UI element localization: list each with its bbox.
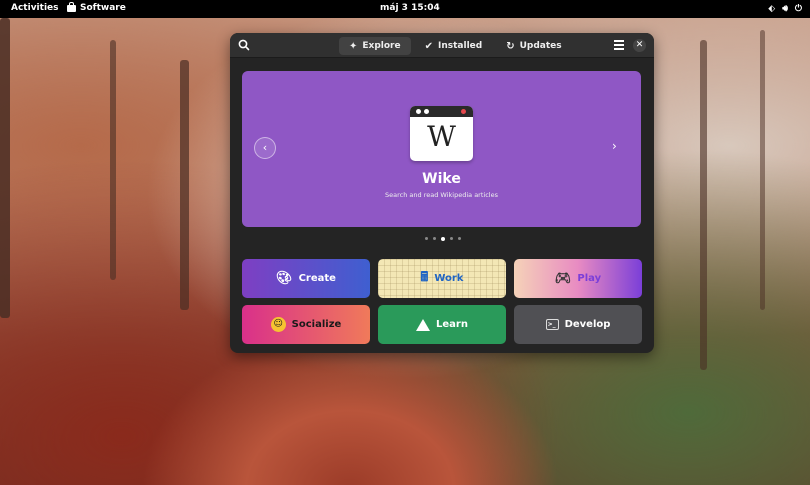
- wikipedia-icon: W: [410, 106, 473, 161]
- carousel-next-button[interactable]: ›: [612, 139, 617, 153]
- clock[interactable]: máj 3 15:04: [380, 3, 440, 13]
- terminal-icon: >_: [545, 319, 559, 330]
- carousel-dot[interactable]: [458, 237, 461, 240]
- carousel-dot[interactable]: [433, 237, 436, 240]
- carousel-previous-button[interactable]: ‹: [254, 137, 276, 159]
- search-icon[interactable]: [237, 38, 251, 52]
- category-learn[interactable]: Learn: [378, 305, 506, 344]
- gamepad-icon: 🎮︎: [554, 271, 572, 286]
- sail-icon: [416, 318, 431, 331]
- category-label: Work: [434, 273, 464, 284]
- wallpaper-path: [140, 330, 560, 485]
- featured-banner[interactable]: W Wike Search and read Wikipedia article…: [242, 71, 641, 227]
- activities-button[interactable]: Activities: [11, 3, 59, 13]
- wallpaper-tree: [180, 60, 189, 310]
- wallpaper-tree: [110, 40, 116, 280]
- header-bar: ✦ Explore ✔ Installed ↻ Updates ✕: [230, 33, 654, 58]
- volume-icon: 🔊︎: [782, 4, 788, 14]
- check-circle-icon: ✔: [424, 40, 433, 52]
- category-develop[interactable]: >_ Develop: [514, 305, 642, 344]
- tab-label: Installed: [438, 41, 483, 51]
- app-menu-label: Software: [80, 3, 126, 13]
- wallpaper-tree: [700, 40, 707, 370]
- carousel-dot[interactable]: [425, 237, 428, 240]
- category-label: Learn: [436, 319, 468, 330]
- software-window: ✦ Explore ✔ Installed ↻ Updates ✕ W Wike…: [230, 33, 654, 353]
- carousel-indicator: [425, 236, 461, 241]
- menu-icon[interactable]: [614, 40, 624, 50]
- featured-app-name: Wike: [422, 171, 461, 187]
- carousel-dot-active[interactable]: [441, 236, 445, 241]
- tab-updates[interactable]: ↻ Updates: [496, 37, 571, 55]
- app-menu[interactable]: Software: [67, 1, 126, 13]
- wallpaper-tree: [0, 18, 10, 318]
- category-label: Develop: [564, 319, 611, 330]
- software-icon: [67, 1, 76, 12]
- smiley-icon: ☺: [270, 317, 286, 332]
- network-icon: ⬖: [768, 4, 776, 14]
- tab-label: Explore: [362, 41, 401, 51]
- category-socialize[interactable]: ☺ Socialize: [242, 305, 370, 344]
- top-bar: Activities Software máj 3 15:04 ⬖ 🔊︎ ⏻: [0, 0, 810, 18]
- wallpaper-tree: [760, 30, 765, 310]
- system-tray[interactable]: ⬖ 🔊︎ ⏻: [768, 3, 802, 15]
- category-label: Play: [577, 273, 602, 284]
- carousel-dot[interactable]: [450, 237, 453, 240]
- close-button[interactable]: ✕: [633, 39, 646, 52]
- palette-icon: 🎨︎: [276, 271, 293, 286]
- category-create[interactable]: 🎨︎ Create: [242, 259, 370, 298]
- category-label: Create: [298, 273, 336, 284]
- category-label: Socialize: [291, 319, 342, 330]
- tab-explore[interactable]: ✦ Explore: [339, 37, 411, 55]
- category-work[interactable]: 🖩︎ Work: [378, 259, 506, 298]
- tab-installed[interactable]: ✔ Installed: [415, 37, 493, 55]
- refresh-icon: ↻: [506, 40, 515, 52]
- power-icon: ⏻: [794, 4, 802, 14]
- calculator-icon: 🖩︎: [420, 269, 429, 285]
- category-play[interactable]: 🎮︎ Play: [514, 259, 642, 298]
- sparkle-icon: ✦: [349, 40, 358, 52]
- view-switcher: ✦ Explore ✔ Installed ↻ Updates: [339, 37, 572, 55]
- tab-label: Updates: [519, 41, 562, 51]
- featured-app-description: Search and read Wikipedia articles: [385, 191, 498, 199]
